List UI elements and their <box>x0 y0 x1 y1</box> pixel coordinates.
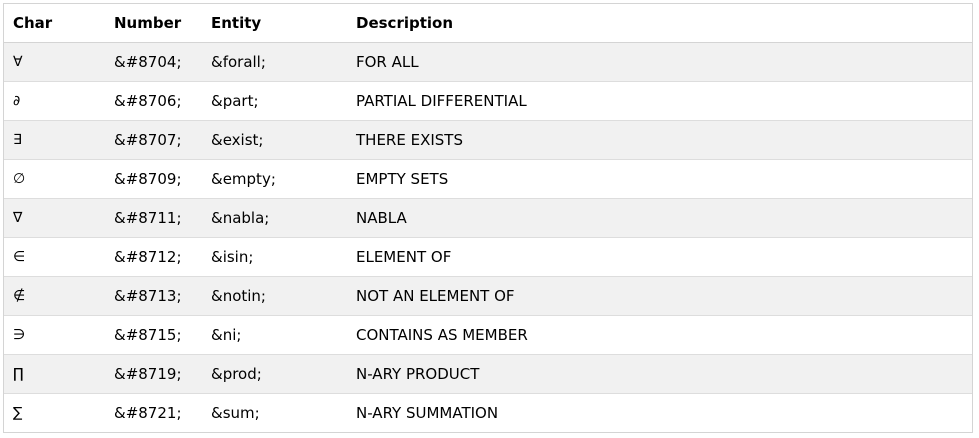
char-cell: ∑ <box>13 404 23 421</box>
entity-cell: &prod; <box>202 354 347 394</box>
description-cell: FOR ALL <box>347 42 972 82</box>
entity-cell: &isin; <box>202 237 347 277</box>
description-cell: THERE EXISTS <box>347 120 972 160</box>
number-cell: &#8715; <box>105 315 202 355</box>
column-header-char: Char <box>4 4 105 43</box>
char-cell: ∀ <box>4 42 105 82</box>
char-cell: ∅ <box>4 159 105 199</box>
table-row: ∈ &#8712; &isin; ELEMENT OF <box>4 237 972 277</box>
table-row: ∂ &#8706; &part; PARTIAL DIFFERENTIAL <box>4 81 972 121</box>
table-row: ∉ &#8713; &notin; NOT AN ELEMENT OF <box>4 276 972 316</box>
entity-cell: &ni; <box>202 315 347 355</box>
description-cell: ELEMENT OF <box>347 237 972 277</box>
table-body: ∀ &#8704; &forall; FOR ALL ∂ &#8706; &pa… <box>4 42 972 432</box>
entity-cell: &empty; <box>202 159 347 199</box>
description-cell: NABLA <box>347 198 972 238</box>
description-cell: EMPTY SETS <box>347 159 972 199</box>
number-cell: &#8712; <box>105 237 202 277</box>
description-cell: NOT AN ELEMENT OF <box>347 276 972 316</box>
char-cell: ∋ <box>4 315 105 355</box>
char-cell: ∇ <box>4 198 105 238</box>
header-row: Char Number Entity Description <box>4 4 972 43</box>
table-row: ∅ &#8709; &empty; EMPTY SETS <box>4 159 972 199</box>
entity-cell: &sum; <box>211 403 260 422</box>
table-row: ∃ &#8707; &exist; THERE EXISTS <box>4 120 972 160</box>
table-row: ∇ &#8711; &nabla; NABLA <box>4 198 972 238</box>
table-header: Char Number Entity Description <box>4 4 972 43</box>
entity-reference-table: Char Number Entity Description ∀ &#8704;… <box>3 3 973 433</box>
table-row: ∀ &#8704; &forall; FOR ALL <box>4 42 972 82</box>
number-cell: &#8709; <box>105 159 202 199</box>
description-cell: CONTAINS AS MEMBER <box>347 315 972 355</box>
entity-cell: &exist; <box>202 120 347 160</box>
char-cell: ∉ <box>4 276 105 316</box>
column-header-entity: Entity <box>202 4 347 43</box>
number-cell: &#8706; <box>105 81 202 121</box>
char-cell: ∈ <box>4 237 105 277</box>
char-cell: ∏ <box>4 354 105 394</box>
entity-cell: &forall; <box>202 42 347 82</box>
math-symbols-table: Char Number Entity Description ∀ &#8704;… <box>4 4 972 432</box>
number-cell: &#8713; <box>105 276 202 316</box>
column-header-number: Number <box>105 4 202 43</box>
number-cell: &#8721; <box>114 403 182 422</box>
column-header-description: Description <box>347 4 972 43</box>
entity-cell: &nabla; <box>202 198 347 238</box>
number-cell: &#8719; <box>105 354 202 394</box>
table-row: ∑ &#8721; &sum; N-ARY SUMMATION <box>4 393 972 432</box>
number-cell: &#8707; <box>105 120 202 160</box>
number-cell: &#8704; <box>105 42 202 82</box>
table-row: ∏ &#8719; &prod; N-ARY PRODUCT <box>4 354 972 394</box>
description-cell: N-ARY PRODUCT <box>347 354 972 394</box>
char-cell: ∂ <box>4 81 105 121</box>
number-cell: &#8711; <box>105 198 202 238</box>
description-cell: N-ARY SUMMATION <box>356 403 499 422</box>
entity-cell: &part; <box>202 81 347 121</box>
char-cell: ∃ <box>4 120 105 160</box>
description-cell: PARTIAL DIFFERENTIAL <box>347 81 972 121</box>
entity-cell: &notin; <box>202 276 347 316</box>
table-row: ∋ &#8715; &ni; CONTAINS AS MEMBER <box>4 315 972 355</box>
